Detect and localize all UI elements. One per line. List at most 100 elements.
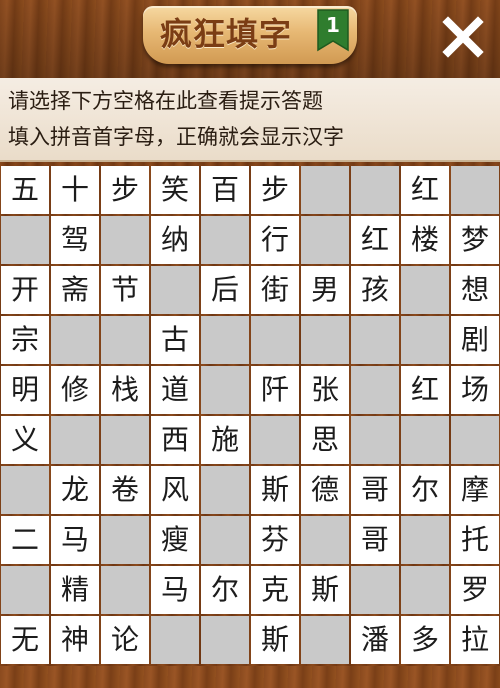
blank-cell[interactable] bbox=[251, 416, 299, 464]
blank-cell[interactable] bbox=[351, 566, 399, 614]
blank-cell[interactable] bbox=[201, 516, 249, 564]
blank-cell[interactable] bbox=[451, 416, 499, 464]
letter-cell[interactable]: 马 bbox=[51, 516, 99, 564]
blank-cell[interactable] bbox=[401, 516, 449, 564]
blank-cell[interactable] bbox=[301, 316, 349, 364]
letter-cell[interactable]: 西 bbox=[151, 416, 199, 464]
letter-cell[interactable]: 楼 bbox=[401, 216, 449, 264]
letter-cell[interactable]: 无 bbox=[1, 616, 49, 664]
blank-cell[interactable] bbox=[401, 416, 449, 464]
blank-cell[interactable] bbox=[401, 566, 449, 614]
blank-cell[interactable] bbox=[201, 316, 249, 364]
blank-cell[interactable] bbox=[301, 216, 349, 264]
blank-cell[interactable] bbox=[451, 166, 499, 214]
blank-cell[interactable] bbox=[401, 316, 449, 364]
blank-cell[interactable] bbox=[151, 616, 199, 664]
letter-cell[interactable]: 多 bbox=[401, 616, 449, 664]
blank-cell[interactable] bbox=[351, 416, 399, 464]
blank-cell[interactable] bbox=[351, 316, 399, 364]
letter-cell[interactable]: 瘦 bbox=[151, 516, 199, 564]
letter-cell[interactable]: 论 bbox=[101, 616, 149, 664]
letter-cell[interactable]: 尔 bbox=[401, 466, 449, 514]
letter-cell[interactable]: 后 bbox=[201, 266, 249, 314]
letter-cell[interactable]: 斯 bbox=[251, 466, 299, 514]
letter-cell[interactable]: 笑 bbox=[151, 166, 199, 214]
letter-cell[interactable]: 孩 bbox=[351, 266, 399, 314]
letter-cell[interactable]: 龙 bbox=[51, 466, 99, 514]
letter-cell[interactable]: 斋 bbox=[51, 266, 99, 314]
letter-cell[interactable]: 驾 bbox=[51, 216, 99, 264]
letter-cell[interactable]: 精 bbox=[51, 566, 99, 614]
blank-cell[interactable] bbox=[51, 316, 99, 364]
blank-cell[interactable] bbox=[301, 516, 349, 564]
blank-cell[interactable] bbox=[1, 216, 49, 264]
letter-cell[interactable]: 剧 bbox=[451, 316, 499, 364]
letter-cell[interactable]: 百 bbox=[201, 166, 249, 214]
letter-cell[interactable]: 开 bbox=[1, 266, 49, 314]
letter-cell[interactable]: 场 bbox=[451, 366, 499, 414]
letter-cell[interactable]: 节 bbox=[101, 266, 149, 314]
blank-cell[interactable] bbox=[201, 466, 249, 514]
letter-cell[interactable]: 罗 bbox=[451, 566, 499, 614]
letter-cell[interactable]: 纳 bbox=[151, 216, 199, 264]
letter-cell[interactable]: 神 bbox=[51, 616, 99, 664]
blank-cell[interactable] bbox=[301, 166, 349, 214]
letter-cell[interactable]: 二 bbox=[1, 516, 49, 564]
letter-cell[interactable]: 宗 bbox=[1, 316, 49, 364]
blank-cell[interactable] bbox=[201, 366, 249, 414]
letter-cell[interactable]: 想 bbox=[451, 266, 499, 314]
letter-cell[interactable]: 古 bbox=[151, 316, 199, 364]
letter-cell[interactable]: 红 bbox=[351, 216, 399, 264]
letter-cell[interactable]: 梦 bbox=[451, 216, 499, 264]
letter-cell[interactable]: 红 bbox=[401, 366, 449, 414]
letter-cell[interactable]: 马 bbox=[151, 566, 199, 614]
blank-cell[interactable] bbox=[1, 566, 49, 614]
blank-cell[interactable] bbox=[51, 416, 99, 464]
close-icon[interactable] bbox=[440, 14, 486, 60]
letter-cell[interactable]: 五 bbox=[1, 166, 49, 214]
blank-cell[interactable] bbox=[151, 266, 199, 314]
blank-cell[interactable] bbox=[351, 366, 399, 414]
letter-cell[interactable]: 哥 bbox=[351, 466, 399, 514]
letter-cell[interactable]: 思 bbox=[301, 416, 349, 464]
blank-cell[interactable] bbox=[201, 216, 249, 264]
letter-cell[interactable]: 潘 bbox=[351, 616, 399, 664]
letter-cell[interactable]: 克 bbox=[251, 566, 299, 614]
letter-cell[interactable]: 卷 bbox=[101, 466, 149, 514]
letter-cell[interactable]: 红 bbox=[401, 166, 449, 214]
blank-cell[interactable] bbox=[101, 416, 149, 464]
blank-cell[interactable] bbox=[251, 316, 299, 364]
letter-cell[interactable]: 施 bbox=[201, 416, 249, 464]
blank-cell[interactable] bbox=[1, 466, 49, 514]
letter-cell[interactable]: 阡 bbox=[251, 366, 299, 414]
letter-cell[interactable]: 十 bbox=[51, 166, 99, 214]
blank-cell[interactable] bbox=[101, 566, 149, 614]
letter-cell[interactable]: 德 bbox=[301, 466, 349, 514]
blank-cell[interactable] bbox=[101, 516, 149, 564]
letter-cell[interactable]: 行 bbox=[251, 216, 299, 264]
blank-cell[interactable] bbox=[351, 166, 399, 214]
letter-cell[interactable]: 修 bbox=[51, 366, 99, 414]
letter-cell[interactable]: 栈 bbox=[101, 366, 149, 414]
letter-cell[interactable]: 摩 bbox=[451, 466, 499, 514]
blank-cell[interactable] bbox=[101, 316, 149, 364]
letter-cell[interactable]: 街 bbox=[251, 266, 299, 314]
letter-cell[interactable]: 拉 bbox=[451, 616, 499, 664]
letter-cell[interactable]: 斯 bbox=[301, 566, 349, 614]
letter-cell[interactable]: 道 bbox=[151, 366, 199, 414]
letter-cell[interactable]: 托 bbox=[451, 516, 499, 564]
blank-cell[interactable] bbox=[201, 616, 249, 664]
blank-cell[interactable] bbox=[401, 266, 449, 314]
letter-cell[interactable]: 明 bbox=[1, 366, 49, 414]
letter-cell[interactable]: 斯 bbox=[251, 616, 299, 664]
letter-cell[interactable]: 尔 bbox=[201, 566, 249, 614]
letter-cell[interactable]: 步 bbox=[101, 166, 149, 214]
blank-cell[interactable] bbox=[101, 216, 149, 264]
letter-cell[interactable]: 义 bbox=[1, 416, 49, 464]
letter-cell[interactable]: 风 bbox=[151, 466, 199, 514]
letter-cell[interactable]: 男 bbox=[301, 266, 349, 314]
blank-cell[interactable] bbox=[301, 616, 349, 664]
letter-cell[interactable]: 步 bbox=[251, 166, 299, 214]
letter-cell[interactable]: 哥 bbox=[351, 516, 399, 564]
letter-cell[interactable]: 芬 bbox=[251, 516, 299, 564]
